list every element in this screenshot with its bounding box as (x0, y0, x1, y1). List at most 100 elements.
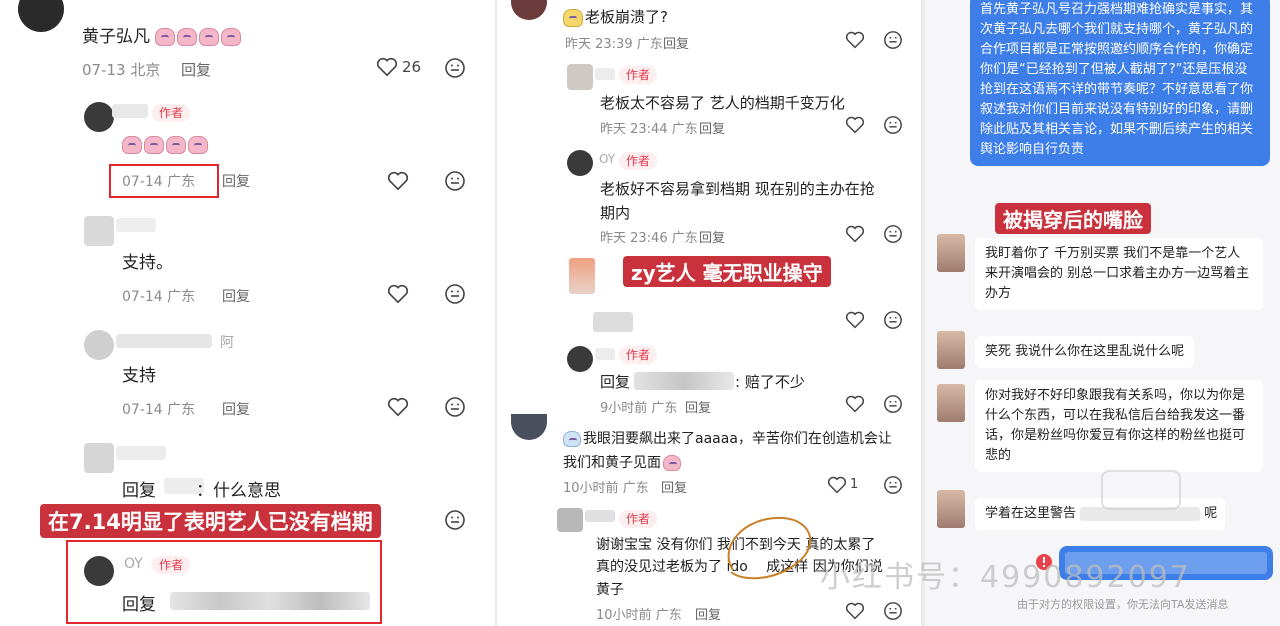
comment-meta: 10小时前 广东 (596, 604, 682, 623)
heart-icon[interactable] (387, 284, 409, 304)
comment-meta: 07-14 广东 (122, 171, 195, 191)
blurred-username (116, 446, 166, 460)
heart-icon[interactable] (376, 57, 398, 77)
emoji-reaction-icon[interactable] (883, 115, 903, 135)
comment-meta: 07-13 北京 (82, 59, 160, 80)
emoji-icon (144, 135, 164, 154)
comment-text: 期内 (600, 204, 631, 222)
emoji-icon (155, 28, 176, 46)
comment-text: : 赔了不少 (735, 373, 805, 391)
comment-date: 07-14 (122, 174, 163, 190)
comment-location: 广东 (167, 289, 196, 305)
comment-text-content: 我们和黄子见面 (563, 455, 661, 471)
heart-icon[interactable] (845, 116, 865, 134)
emoji-reaction-icon[interactable] (444, 509, 466, 531)
reply-button[interactable]: 回复 (222, 399, 250, 419)
heart-icon[interactable] (845, 602, 865, 620)
annotation-banner: 在7.14明显了表明艺人已没有档期 (40, 504, 381, 538)
comment-meta: 10小时前 广东 (563, 477, 649, 496)
emoji-reaction-icon[interactable] (883, 394, 903, 414)
comment-meta: 9小时前 广东 (600, 397, 677, 416)
comment-date: 07-14 (122, 289, 163, 305)
comment-date: 07-14 (122, 402, 163, 418)
heart-icon[interactable] (845, 31, 865, 49)
comment-text-content: 我眼泪要飙出来了aaaaa，辛苦你们在创造机会让 (583, 431, 892, 447)
blurred-username (116, 218, 156, 232)
incoming-message: 笑死 我说什么你在这里乱说什么呢 (975, 336, 1195, 368)
avatar[interactable] (567, 150, 593, 176)
emoji-reaction-icon[interactable] (444, 170, 466, 192)
reply-button[interactable]: 回复 (222, 171, 250, 191)
avatar[interactable] (84, 102, 114, 132)
comment-location: 广东 (622, 481, 649, 496)
emoji-icon (166, 135, 186, 154)
heart-icon[interactable] (387, 397, 409, 417)
emoji-icon (199, 28, 220, 46)
reply-button[interactable]: 回复 (222, 286, 250, 306)
reply-button[interactable]: 回复 (661, 477, 687, 496)
emoji-reaction-icon[interactable] (883, 310, 903, 330)
avatar[interactable] (84, 556, 114, 586)
comment-date: 07-13 (82, 61, 126, 79)
avatar[interactable] (84, 443, 114, 473)
author-badge: 作者 (619, 346, 658, 364)
reply-button[interactable]: 回复 (699, 118, 725, 137)
avatar[interactable] (567, 64, 593, 90)
comment-meta: 昨天 23:39 广东 (565, 33, 663, 52)
comment-meta: 昨天 23:46 广东 (600, 227, 698, 246)
avatar[interactable] (84, 330, 114, 360)
heart-icon[interactable] (845, 395, 865, 413)
commenter-name-text: 黄子弘凡 (82, 27, 150, 47)
blurred-username (593, 312, 633, 332)
emoji-reaction-icon[interactable] (883, 224, 903, 244)
comment-location: 广东 (671, 122, 698, 137)
blurred-username (585, 510, 615, 522)
avatar[interactable] (557, 508, 583, 532)
avatar[interactable] (84, 216, 114, 246)
blurred-username (595, 348, 615, 360)
comment-text: 支持。 (122, 253, 173, 273)
heart-icon[interactable] (827, 476, 847, 494)
commenter-name[interactable]: 黄子弘凡 (82, 22, 243, 47)
emoji-reaction-icon[interactable] (883, 475, 903, 495)
watermark-text: 小红书号：4990892097 (820, 560, 1191, 595)
author-badge: 作者 (619, 66, 658, 84)
reply-button[interactable]: 回复 (181, 59, 211, 80)
comment-text: 老板崩溃了? (563, 6, 668, 27)
reply-prefix: 回复 (122, 481, 156, 501)
blurred-mention (634, 372, 734, 390)
incoming-message: 你对我好不好印象跟我有关系吗，你以为你是什么个东西，可以在我私信后台给我发这一番… (975, 380, 1263, 472)
emoji-reaction-icon[interactable] (444, 396, 466, 418)
emoji-reaction-icon[interactable] (883, 30, 903, 50)
reply-button[interactable]: 回复 (699, 227, 725, 246)
heart-icon[interactable] (845, 225, 865, 243)
chat-avatar (937, 331, 965, 369)
incoming-message: 我盯着你了 千万别买票 我们不是靠一个艺人来开演唱会的 别总一口求着主办方一边骂… (975, 238, 1263, 310)
outgoing-message: 首先黄子弘凡号召力强档期难抢确实是事实，其次黄子弘凡去哪个我们就支持哪个，黄子弘… (970, 0, 1270, 166)
heart-icon[interactable] (387, 171, 409, 191)
emoji-reaction-icon[interactable] (883, 601, 903, 621)
reply-button[interactable]: 回复 (695, 604, 721, 623)
reply-button[interactable]: 回复 (685, 397, 711, 416)
comment-text-content: 老板崩溃了? (585, 8, 668, 26)
emoji-reaction-icon[interactable] (444, 283, 466, 305)
comment-time: 10小时前 (563, 481, 619, 496)
like-count: 26 (402, 58, 422, 76)
message-text: 学着在这里警告 (985, 506, 1077, 521)
hand-drawn-circle (727, 516, 812, 580)
emoji-icon (563, 8, 583, 27)
comment-time: 昨天 23:46 (600, 231, 668, 246)
left-comment-panel: 黄子弘凡 07-13 北京 回复 26 作者 07-14 广东 回复 支持。 0… (0, 0, 495, 626)
heart-icon[interactable] (845, 311, 865, 329)
avatar[interactable] (18, 0, 64, 32)
avatar[interactable] (511, 0, 547, 20)
highlight-box (66, 540, 382, 624)
comment-meta: 昨天 23:44 广东 (600, 118, 698, 137)
avatar[interactable] (567, 346, 593, 372)
avatar[interactable] (511, 414, 547, 440)
emoji-icon (188, 135, 208, 154)
reply-button[interactable]: 回复 (663, 33, 689, 52)
comment-text: 老板太不容易了 艺人的档期千变万化 (600, 94, 845, 112)
emoji-reaction-icon[interactable] (444, 57, 466, 79)
username-fragment: OY (124, 556, 143, 572)
